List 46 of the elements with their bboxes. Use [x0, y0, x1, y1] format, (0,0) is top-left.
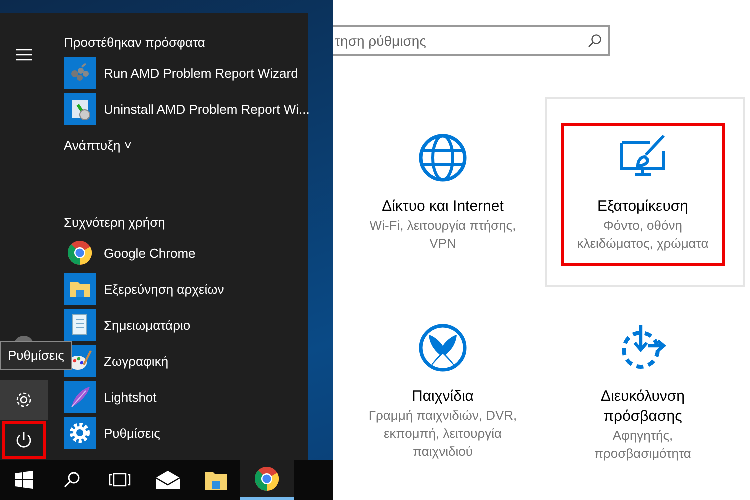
tile-title: Εξατομίκευση	[597, 197, 688, 217]
tile-subtitle: Φόντο, οθόνη κλειδώματος, χρώματα	[576, 217, 710, 253]
menu-icon	[16, 49, 32, 61]
folder-icon	[205, 470, 227, 490]
app-name[interactable]: Ζωγραφική	[104, 354, 169, 368]
tile-subtitle: Αφηγητής, προσβασιμότητα	[594, 427, 692, 463]
tile-title: Δίκτυο και Internet	[382, 197, 504, 217]
taskbar-button[interactable]	[240, 460, 294, 500]
globe-icon	[418, 133, 468, 183]
app-name[interactable]: Ρυθμίσεις	[104, 426, 160, 440]
tile-subtitle: Γραμμή παιχνιδιών, DVR, εκπομπή, λειτουργία παιχνιδιού	[368, 407, 518, 461]
tile-subtitle: Wi-Fi, λειτουργία πτήσης, VPN	[368, 217, 518, 253]
chrome-icon	[254, 466, 280, 492]
settings-tile[interactable]: Διευκόλυνση πρόσβασης Αφηγητής, προσβασιμότητα	[545, 287, 745, 477]
tile-title: Παιχνίδια	[412, 387, 474, 407]
dots-icon	[64, 57, 96, 89]
gear-icon	[64, 417, 96, 449]
settings-tile[interactable]: Δίκτυο και Internet Wi-Fi, λειτουργία πτήσης, VPN	[345, 97, 545, 287]
search-icon	[588, 34, 602, 48]
app-name[interactable]: Σημειωματάριο	[104, 318, 191, 332]
settings-tile[interactable]: Παιχνίδια Γραμμή παιχνιδιών, DVR, εκπομπή, λειτουργία παιχνιδιού	[345, 287, 545, 477]
app-name[interactable]: Google Chrome	[104, 246, 196, 260]
search-icon	[64, 472, 80, 488]
section-header: Προστέθηκαν πρόσφατα	[64, 35, 206, 52]
power-button[interactable]	[1, 420, 47, 460]
folder-icon	[64, 273, 96, 305]
task-view-icon	[109, 473, 131, 487]
tooltip: Ρυθμίσεις	[0, 341, 72, 370]
tile-title: Διευκόλυνση πρόσβασης	[600, 387, 686, 427]
settings-tile[interactable]: Εξατομίκευση Φόντο, οθόνη κλειδώματος, χρώματα	[545, 97, 745, 287]
settings-button[interactable]	[0, 380, 48, 420]
chrome-icon	[67, 240, 93, 266]
notepad-icon	[64, 309, 96, 341]
installer-icon	[64, 93, 96, 125]
section-header: Συχνότερη χρήση	[64, 215, 166, 232]
envelope-icon	[156, 471, 180, 489]
feather-icon	[64, 381, 96, 413]
search-field[interactable]: τηση ρύθμισης	[333, 25, 610, 56]
app-name[interactable]: Run AMD Problem Report Wizard	[104, 66, 298, 80]
app-name[interactable]: Uninstall AMD Problem Report Wi...	[104, 102, 310, 116]
app-name[interactable]: Εξερεύνηση αρχείων	[104, 282, 224, 296]
app-name[interactable]: Lightshot	[104, 390, 157, 404]
settings-icon	[15, 391, 33, 409]
expand-link[interactable]: Ανάπτυξη ˅	[64, 138, 132, 154]
power-icon	[15, 431, 33, 449]
windows-icon	[15, 471, 33, 489]
